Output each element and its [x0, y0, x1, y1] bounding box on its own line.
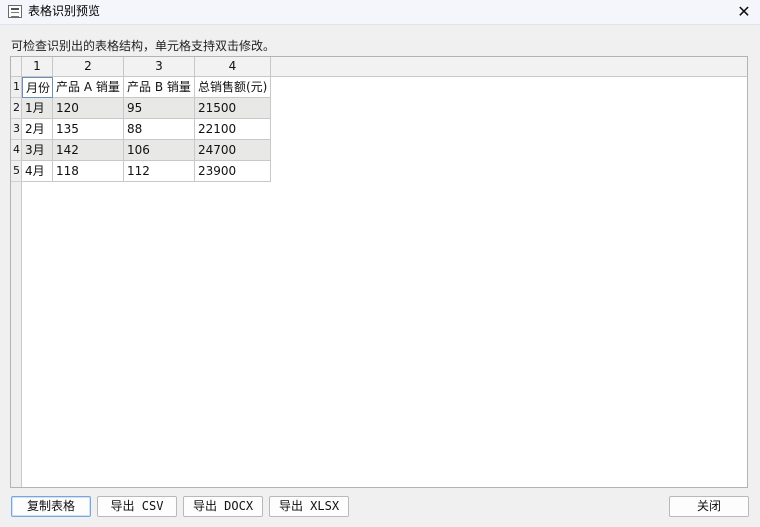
table-cell[interactable]: 3月	[22, 140, 53, 161]
table-row: 月份 产品 A 销量 产品 B 销量 总销售额(元)	[22, 77, 271, 98]
hint-text: 可检查识别出的表格结构，单元格支持双击修改。	[11, 39, 276, 53]
export-xlsx-button[interactable]: 导出 XLSX	[269, 496, 349, 517]
column-header[interactable]: 1	[22, 57, 53, 77]
column-header[interactable]: 3	[124, 57, 195, 77]
row-header[interactable]: 4	[11, 140, 22, 161]
table-cell[interactable]: 112	[124, 161, 195, 182]
export-docx-button[interactable]: 导出 DOCX	[183, 496, 263, 517]
window-title: 表格识别预览	[28, 4, 101, 18]
table-cell[interactable]: 产品 A 销量	[53, 77, 124, 98]
row-header[interactable]: 3	[11, 119, 22, 140]
table-cell[interactable]: 24700	[195, 140, 271, 161]
table-cell[interactable]: 产品 B 销量	[124, 77, 195, 98]
row-header-bar: 1 2 3 4 5	[11, 77, 22, 487]
table-cell[interactable]: 2月	[22, 119, 53, 140]
table-cell[interactable]: 88	[124, 119, 195, 140]
table-cell[interactable]: 22100	[195, 119, 271, 140]
table-cell[interactable]: 118	[53, 161, 124, 182]
column-header[interactable]: 4	[195, 57, 271, 77]
table-cell[interactable]: 月份	[22, 77, 53, 98]
table-cell[interactable]: 4月	[22, 161, 53, 182]
title-bar: 表格识别预览 ✕	[0, 0, 760, 25]
row-header[interactable]: 1	[11, 77, 22, 98]
copy-table-button[interactable]: 复制表格	[11, 496, 91, 517]
table-row: 1月 120 95 21500	[22, 98, 271, 119]
table-cell[interactable]: 1月	[22, 98, 53, 119]
table-cell[interactable]: 23900	[195, 161, 271, 182]
close-icon[interactable]: ✕	[734, 2, 754, 22]
column-header-bar: 1 2 3 4	[22, 57, 747, 77]
table-cell[interactable]: 106	[124, 140, 195, 161]
table-cell[interactable]: 95	[124, 98, 195, 119]
export-csv-button[interactable]: 导出 CSV	[97, 496, 177, 517]
close-button[interactable]: 关闭	[669, 496, 749, 517]
table-row: 4月 118 112 23900	[22, 161, 271, 182]
row-header[interactable]: 5	[11, 161, 22, 182]
column-header[interactable]: 2	[53, 57, 124, 77]
table-row: 2月 135 88 22100	[22, 119, 271, 140]
table-cell[interactable]: 120	[53, 98, 124, 119]
table-row: 3月 142 106 24700	[22, 140, 271, 161]
table-cell[interactable]: 总销售额(元)	[195, 77, 271, 98]
table-cell[interactable]: 21500	[195, 98, 271, 119]
table-corner	[11, 57, 22, 77]
table-cell[interactable]: 135	[53, 119, 124, 140]
row-header[interactable]: 2	[11, 98, 22, 119]
table-cell[interactable]: 142	[53, 140, 124, 161]
table-window-icon	[8, 5, 22, 18]
table-preview: 1 2 3 4 1 2 3 4 5 月份 产品 A 销量 产品 B 销量 总销售…	[10, 56, 748, 488]
